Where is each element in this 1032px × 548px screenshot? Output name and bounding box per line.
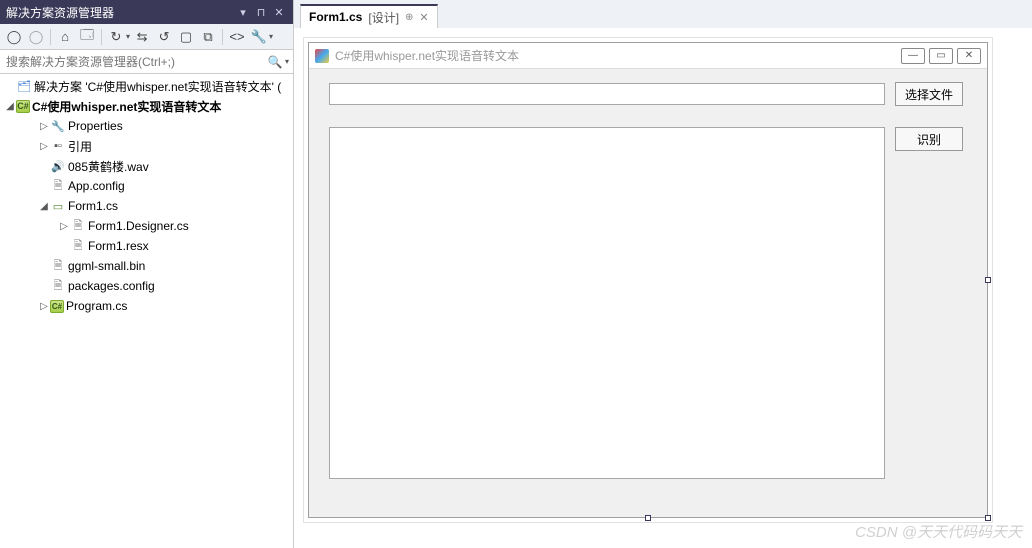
search-input[interactable]: [0, 51, 263, 73]
tab-form1-design[interactable]: Form1.cs [设计] ⊕ ✕: [300, 4, 438, 28]
references-node[interactable]: ▷ ▪▫ 引用: [0, 136, 293, 156]
window-title: C#使用whisper.net实现语音转文本: [335, 47, 901, 64]
csharp-file-icon: C#: [50, 300, 64, 313]
refresh-button[interactable]: ↻: [106, 27, 126, 47]
designer-surface[interactable]: C#使用whisper.net实现语音转文本 — ▭ ✕ 选择文件 识别: [294, 28, 1032, 548]
close-icon[interactable]: ✕: [271, 4, 287, 20]
close-button[interactable]: ✕: [957, 48, 981, 64]
form1designer-label: Form1.Designer.cs: [88, 219, 189, 233]
solution-label: 解决方案 'C#使用whisper.net实现语音转文本' (: [34, 78, 281, 95]
chevron-right-icon[interactable]: ▷: [38, 141, 50, 152]
file-path-textbox[interactable]: [329, 83, 885, 105]
file-icon: 🗎: [50, 258, 66, 274]
select-file-button[interactable]: 选择文件: [895, 82, 963, 106]
appconfig-node[interactable]: ▷ 🗎 App.config: [0, 176, 293, 196]
code-button[interactable]: <>: [227, 27, 247, 47]
back-button[interactable]: ◯: [4, 27, 24, 47]
copy-button[interactable]: ⧉: [198, 27, 218, 47]
resize-handle-right[interactable]: [985, 277, 991, 283]
program-label: Program.cs: [66, 299, 127, 313]
result-textbox[interactable]: [329, 127, 885, 479]
dropdown-icon[interactable]: ▾: [235, 4, 251, 20]
properties-node[interactable]: ▷ 🔧 Properties: [0, 116, 293, 136]
tab-mode: [设计]: [368, 9, 399, 26]
file-icon: 🗎: [70, 218, 86, 234]
tab-strip: Form1.cs [设计] ⊕ ✕: [294, 0, 1032, 28]
solution-toolbar: ◯ ◯ ⌂ 🗔 ↻▾ ⇆ ↺ ▢ ⧉ <> 🔧▾: [0, 24, 293, 50]
window-title-bar: C#使用whisper.net实现语音转文本 — ▭ ✕: [309, 43, 987, 69]
form-icon: ▭: [50, 198, 66, 214]
chevron-right-icon[interactable]: ▷: [38, 121, 50, 132]
solution-explorer-panel: 解决方案资源管理器 ▾ ⊓ ✕ ◯ ◯ ⌂ 🗔 ↻▾ ⇆ ↺ ▢ ⧉ <> 🔧▾…: [0, 0, 294, 548]
project-node[interactable]: ◢ C# C#使用whisper.net实现语音转文本: [0, 96, 293, 116]
config-icon: 🗎: [50, 178, 66, 194]
collapse-button[interactable]: ↺: [154, 27, 174, 47]
chevron-down-icon[interactable]: ◢: [4, 101, 16, 112]
project-label: C#使用whisper.net实现语音转文本: [32, 98, 221, 115]
wrench-icon: 🔧: [50, 118, 66, 134]
maximize-button[interactable]: ▭: [929, 48, 953, 64]
form1resx-node[interactable]: ▷ 🗎 Form1.resx: [0, 236, 293, 256]
ggml-node[interactable]: ▷ 🗎 ggml-small.bin: [0, 256, 293, 276]
recognize-button[interactable]: 识别: [895, 127, 963, 151]
pin-icon[interactable]: ⊕: [405, 12, 413, 23]
ggml-label: ggml-small.bin: [68, 259, 145, 273]
program-node[interactable]: ▷ C# Program.cs: [0, 296, 293, 316]
minimize-button[interactable]: —: [901, 48, 925, 64]
panel-title-bar: 解决方案资源管理器 ▾ ⊓ ✕: [0, 0, 293, 24]
show-all-button[interactable]: ▢: [176, 27, 196, 47]
search-row: 🔍▾: [0, 50, 293, 74]
form1resx-label: Form1.resx: [88, 239, 149, 253]
properties-label: Properties: [68, 119, 123, 133]
appconfig-label: App.config: [68, 179, 125, 193]
form1-label: Form1.cs: [68, 199, 118, 213]
packages-node[interactable]: ▷ 🗎 packages.config: [0, 276, 293, 296]
chevron-right-icon[interactable]: ▷: [38, 301, 50, 312]
file-icon: 🗎: [70, 238, 86, 254]
audio-icon: 🔊: [50, 158, 66, 174]
wav-node[interactable]: ▷ 🔊 085黄鹤楼.wav: [0, 156, 293, 176]
editor-panel: Form1.cs [设计] ⊕ ✕ C#使用whisper.net实现语音转文本…: [294, 0, 1032, 548]
config-icon: 🗎: [50, 278, 66, 294]
resize-handle-corner[interactable]: [985, 515, 991, 521]
panel-title: 解决方案资源管理器: [6, 4, 114, 21]
chevron-right-icon[interactable]: ▷: [58, 221, 70, 232]
form-client-area: 选择文件 识别: [309, 69, 987, 109]
form1-node[interactable]: ◢ ▭ Form1.cs: [0, 196, 293, 216]
solution-tree: ▶ 🗂 解决方案 'C#使用whisper.net实现语音转文本' ( ◢ C#…: [0, 74, 293, 548]
solution-icon: 🗂: [16, 78, 32, 94]
form1designer-node[interactable]: ▷ 🗎 Form1.Designer.cs: [0, 216, 293, 236]
references-icon: ▪▫: [50, 138, 66, 154]
winforms-window[interactable]: C#使用whisper.net实现语音转文本 — ▭ ✕ 选择文件 识别: [308, 42, 988, 518]
wav-label: 085黄鹤楼.wav: [68, 158, 149, 175]
solution-node[interactable]: ▶ 🗂 解决方案 'C#使用whisper.net实现语音转文本' (: [0, 76, 293, 96]
close-icon[interactable]: ✕: [419, 11, 428, 24]
sync-button[interactable]: ⇆: [132, 27, 152, 47]
properties-button[interactable]: 🔧: [249, 27, 269, 47]
search-icon[interactable]: 🔍: [263, 55, 287, 69]
home-button[interactable]: ⌂: [55, 27, 75, 47]
pin-icon[interactable]: ⊓: [253, 4, 269, 20]
sln-icon[interactable]: 🗔: [77, 27, 97, 47]
resize-handle-bottom[interactable]: [645, 515, 651, 521]
chevron-down-icon[interactable]: ◢: [38, 201, 50, 212]
tab-file: Form1.cs: [309, 10, 362, 24]
forward-button[interactable]: ◯: [26, 27, 46, 47]
packages-label: packages.config: [68, 279, 155, 293]
form-app-icon: [315, 49, 329, 63]
references-label: 引用: [68, 138, 92, 155]
csharp-project-icon: C#: [16, 100, 30, 113]
